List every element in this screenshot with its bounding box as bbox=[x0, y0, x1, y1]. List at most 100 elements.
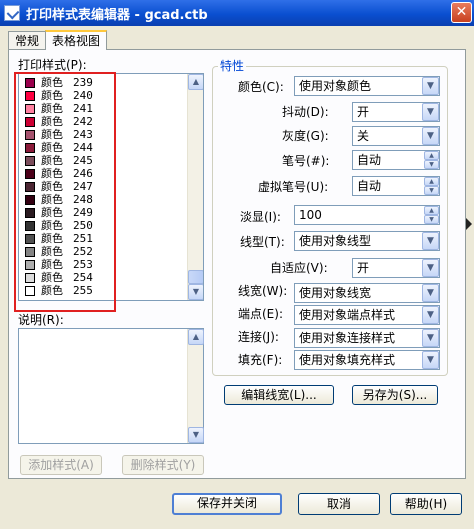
lineweight-combo[interactable]: 使用对象线宽 ▼ bbox=[294, 283, 440, 303]
title-bar: 打印样式表编辑器 - gcad.ctb ✕ bbox=[0, 0, 474, 26]
color-swatch-icon bbox=[25, 246, 35, 257]
desc-scroll-down-button[interactable]: ▼ bbox=[188, 427, 204, 443]
adaptive-value: 开 bbox=[357, 261, 370, 275]
chevron-down-icon[interactable]: ▼ bbox=[422, 351, 439, 369]
line-join-label: 连接(J): bbox=[238, 330, 279, 344]
list-item-name: 颜色 bbox=[41, 245, 63, 258]
color-swatch-icon bbox=[25, 194, 35, 205]
spin-down-icon[interactable]: ▼ bbox=[424, 160, 439, 169]
chevron-down-icon[interactable]: ▼ bbox=[422, 77, 439, 95]
description-label: 说明(R): bbox=[18, 313, 64, 327]
scroll-thumb[interactable] bbox=[188, 270, 203, 284]
list-item-number: 249 bbox=[73, 206, 93, 219]
chevron-down-icon[interactable]: ▼ bbox=[422, 232, 439, 250]
line-end-label: 端点(E): bbox=[238, 307, 283, 321]
dither-combo[interactable]: 开 ▼ bbox=[352, 102, 440, 122]
list-item-number: 246 bbox=[73, 167, 93, 180]
chevron-down-icon[interactable]: ▼ bbox=[422, 306, 439, 324]
grayscale-combo[interactable]: 关 ▼ bbox=[352, 126, 440, 146]
pen-label: 笔号(#): bbox=[282, 154, 330, 168]
adaptive-combo[interactable]: 开 ▼ bbox=[352, 258, 440, 278]
desc-scroll-up-button[interactable]: ▲ bbox=[188, 329, 204, 345]
list-item-number: 244 bbox=[73, 141, 93, 154]
grayscale-label: 灰度(G): bbox=[282, 129, 329, 143]
pen-spinner[interactable]: 自动 ▲ ▼ bbox=[352, 150, 440, 170]
list-item[interactable]: 颜色 239 bbox=[21, 76, 93, 89]
color-swatch-icon bbox=[25, 103, 35, 114]
description-textarea[interactable]: ▲ ▼ bbox=[18, 328, 204, 444]
save-close-button[interactable]: 保存并关闭 bbox=[172, 493, 282, 515]
linetype-combo[interactable]: 使用对象线型 ▼ bbox=[294, 231, 440, 251]
color-swatch-icon bbox=[25, 168, 35, 179]
scroll-up-button[interactable]: ▲ bbox=[188, 74, 203, 90]
list-item-name: 颜色 bbox=[41, 180, 63, 193]
cancel-button[interactable]: 取消 bbox=[298, 493, 380, 515]
chevron-down-icon[interactable]: ▼ bbox=[422, 284, 439, 302]
add-style-button[interactable]: 添加样式(A) bbox=[20, 455, 102, 475]
delete-style-button[interactable]: 删除样式(Y) bbox=[122, 455, 204, 475]
line-join-combo[interactable]: 使用对象连接样式 ▼ bbox=[294, 328, 440, 348]
spin-down-icon[interactable]: ▼ bbox=[424, 186, 439, 195]
line-end-combo[interactable]: 使用对象端点样式 ▼ bbox=[294, 305, 440, 325]
print-styles-list[interactable]: 颜色 239 颜色 240 颜色 241 颜色 242 颜色 243 颜色 244 颜色 245 颜色 246… bbox=[18, 73, 204, 301]
scroll-down-button[interactable]: ▼ bbox=[188, 284, 203, 300]
color-swatch-icon bbox=[25, 272, 35, 283]
list-item[interactable]: 颜色 245 bbox=[21, 154, 93, 167]
spin-up-icon[interactable]: ▲ bbox=[424, 151, 439, 160]
color-swatch-icon bbox=[25, 90, 35, 101]
color-swatch-icon bbox=[25, 77, 35, 88]
list-item-number: 255 bbox=[73, 284, 93, 297]
list-item[interactable]: 颜色 244 bbox=[21, 141, 93, 154]
print-styles-label: 打印样式(P): bbox=[18, 58, 87, 72]
list-item[interactable]: 颜色 249 bbox=[21, 206, 93, 219]
list-item[interactable]: 颜色 250 bbox=[21, 219, 93, 232]
print-styles-scrollbar[interactable]: ▲ ▼ bbox=[187, 74, 203, 300]
edit-lineweights-button[interactable]: 编辑线宽(L)... bbox=[224, 385, 334, 405]
color-combo[interactable]: 使用对象颜色 ▼ bbox=[294, 76, 440, 96]
list-item-name: 颜色 bbox=[41, 258, 63, 271]
list-item[interactable]: 颜色 248 bbox=[21, 193, 93, 206]
spin-up-icon[interactable]: ▲ bbox=[424, 177, 439, 186]
list-item[interactable]: 颜色 242 bbox=[21, 115, 93, 128]
list-item[interactable]: 颜色 243 bbox=[21, 128, 93, 141]
list-item[interactable]: 颜色 252 bbox=[21, 245, 93, 258]
tab-general[interactable]: 常规 bbox=[8, 31, 47, 50]
list-item[interactable]: 颜色 241 bbox=[21, 102, 93, 115]
close-button[interactable]: ✕ bbox=[451, 2, 472, 23]
list-item-name: 颜色 bbox=[41, 102, 63, 115]
color-swatch-icon bbox=[25, 142, 35, 153]
list-item-number: 243 bbox=[73, 128, 93, 141]
fill-label: 填充(F): bbox=[238, 353, 283, 367]
list-item-name: 颜色 bbox=[41, 271, 63, 284]
list-item[interactable]: 颜色 246 bbox=[21, 167, 93, 180]
chevron-down-icon[interactable]: ▼ bbox=[422, 329, 439, 347]
list-item-name: 颜色 bbox=[41, 154, 63, 167]
save-as-button[interactable]: 另存为(S)... bbox=[352, 385, 438, 405]
list-item-number: 248 bbox=[73, 193, 93, 206]
chevron-down-icon[interactable]: ▼ bbox=[422, 127, 439, 145]
screening-spinner[interactable]: 100 ▲ ▼ bbox=[294, 205, 440, 225]
list-item-name: 颜色 bbox=[41, 76, 63, 89]
color-swatch-icon bbox=[25, 233, 35, 244]
list-item-number: 241 bbox=[73, 102, 93, 115]
list-item-number: 251 bbox=[73, 232, 93, 245]
chevron-down-icon[interactable]: ▼ bbox=[422, 259, 439, 277]
spin-down-icon[interactable]: ▼ bbox=[424, 215, 439, 224]
color-swatch-icon bbox=[25, 181, 35, 192]
list-item[interactable]: 颜色 240 bbox=[21, 89, 93, 102]
spin-up-icon[interactable]: ▲ bbox=[424, 206, 439, 215]
list-item-number: 250 bbox=[73, 219, 93, 232]
tab-table-view[interactable]: 表格视图 bbox=[45, 30, 108, 50]
list-item[interactable]: 颜色 255 bbox=[21, 284, 93, 297]
screening-label: 淡显(I): bbox=[240, 210, 281, 224]
help-button[interactable]: 帮助(H) bbox=[390, 493, 462, 515]
list-item[interactable]: 颜色 247 bbox=[21, 180, 93, 193]
list-item[interactable]: 颜色 253 bbox=[21, 258, 93, 271]
fill-combo[interactable]: 使用对象填充样式 ▼ bbox=[294, 350, 440, 370]
list-item[interactable]: 颜色 251 bbox=[21, 232, 93, 245]
chevron-down-icon[interactable]: ▼ bbox=[422, 103, 439, 121]
virtual-pen-spinner[interactable]: 自动 ▲ ▼ bbox=[352, 176, 440, 196]
color-swatch-icon bbox=[25, 129, 35, 140]
description-scrollbar[interactable]: ▲ ▼ bbox=[187, 329, 204, 443]
list-item[interactable]: 颜色 254 bbox=[21, 271, 93, 284]
